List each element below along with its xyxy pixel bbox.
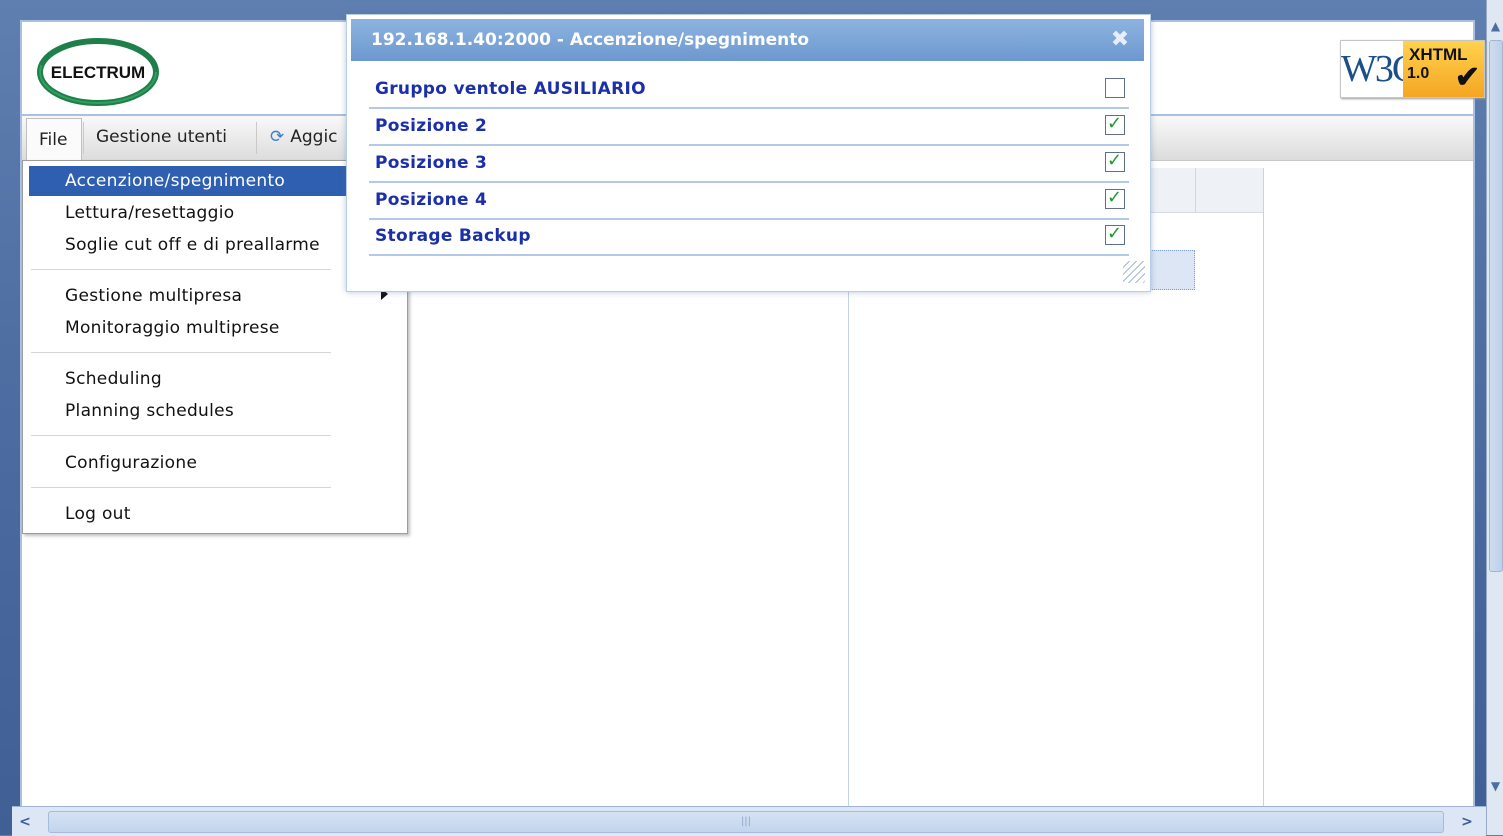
w3c-xhtml-badge[interactable]: W3C XHTML 1.0 ✔ (1340, 40, 1485, 98)
row-label: Posizione 3 (375, 153, 488, 173)
menu-aggiorna-label: Aggic (290, 127, 338, 147)
scroll-left-arrow-icon[interactable]: < (14, 811, 36, 833)
row-label: Storage Backup (375, 226, 531, 246)
menu-divider (31, 352, 331, 353)
checkmark-icon: ✓ (1107, 187, 1123, 208)
list-item: Storage Backup ✓ (369, 218, 1129, 256)
scroll-down-arrow-icon[interactable]: ▼ (1487, 776, 1503, 796)
row-label: Posizione 2 (375, 116, 488, 136)
logo-text: ELECTRUM (51, 63, 145, 82)
menu-item-planning[interactable]: Planning schedules (29, 396, 389, 426)
menu-divider (31, 269, 331, 270)
scroll-up-arrow-icon[interactable]: ▲ (1487, 16, 1503, 36)
menu-item-logout[interactable]: Log out (29, 499, 389, 529)
menu-item-lettura[interactable]: Lettura/resettaggio (29, 198, 389, 228)
close-icon[interactable]: ✖ (1110, 19, 1130, 61)
menu-gestione-utenti[interactable]: Gestione utenti (84, 116, 239, 158)
scroll-right-arrow-icon[interactable]: > (1456, 811, 1478, 833)
horizontal-scroll-thumb[interactable]: ||| (48, 811, 1444, 833)
vertical-scrollbar[interactable]: ▲ ▼ (1486, 0, 1503, 835)
refresh-icon: ⟳ (270, 127, 285, 147)
row-label: Gruppo ventole AUSILIARIO (375, 79, 646, 99)
dialog-title-bar[interactable]: 192.168.1.40:2000 - Accenzione/spegnimen… (351, 19, 1144, 61)
menu-file[interactable]: File (26, 118, 82, 160)
menu-item-accenzione[interactable]: Accenzione/spegnimento (29, 166, 389, 196)
w3c-badge-right: XHTML 1.0 ✔ (1403, 41, 1484, 97)
row-label: Posizione 4 (375, 190, 488, 210)
row-checkbox[interactable] (1105, 78, 1125, 98)
menu-divider (31, 435, 331, 436)
row-checkbox[interactable]: ✓ (1105, 223, 1125, 245)
row-checkbox[interactable]: ✓ (1105, 150, 1125, 172)
checkmark-icon: ✓ (1107, 223, 1123, 244)
menu-aggiorna[interactable]: ⟳ Aggic (258, 116, 350, 158)
list-item: Posizione 3 ✓ (369, 145, 1129, 183)
accenzione-dialog: 192.168.1.40:2000 - Accenzione/spegnimen… (346, 14, 1151, 292)
grid-column-divider[interactable] (1195, 168, 1196, 212)
row-checkbox[interactable]: ✓ (1105, 187, 1125, 209)
list-item: Gruppo ventole AUSILIARIO (369, 71, 1129, 109)
vertical-scroll-thumb[interactable] (1489, 40, 1503, 572)
w3c-badge-left: W3C (1341, 48, 1417, 90)
menu-divider (31, 487, 331, 488)
menu-item-monitoraggio[interactable]: Monitoraggio multiprese (29, 313, 389, 343)
resize-handle-icon[interactable] (1123, 261, 1145, 283)
dialog-title: 192.168.1.40:2000 - Accenzione/spegnimen… (371, 30, 810, 50)
checkmark-icon: ✓ (1107, 150, 1123, 171)
horizontal-scrollbar[interactable]: < ||| > (12, 806, 1486, 836)
checkmark-icon: ✔ (1454, 61, 1480, 94)
menu-item-gestione-multipresa[interactable]: Gestione multipresa (29, 281, 389, 311)
list-item: Posizione 2 ✓ (369, 108, 1129, 146)
checkmark-icon: ✓ (1107, 113, 1123, 134)
menu-item-soglie[interactable]: Soglie cut off e di preallarme (29, 230, 389, 260)
menu-item-configurazione[interactable]: Configurazione (29, 448, 389, 478)
menu-divider (256, 122, 257, 154)
electrum-logo: ELECTRUM (37, 38, 159, 106)
list-item: Posizione 4 ✓ (369, 182, 1129, 220)
row-checkbox[interactable]: ✓ (1105, 113, 1125, 135)
menu-item-scheduling[interactable]: Scheduling (29, 364, 389, 394)
